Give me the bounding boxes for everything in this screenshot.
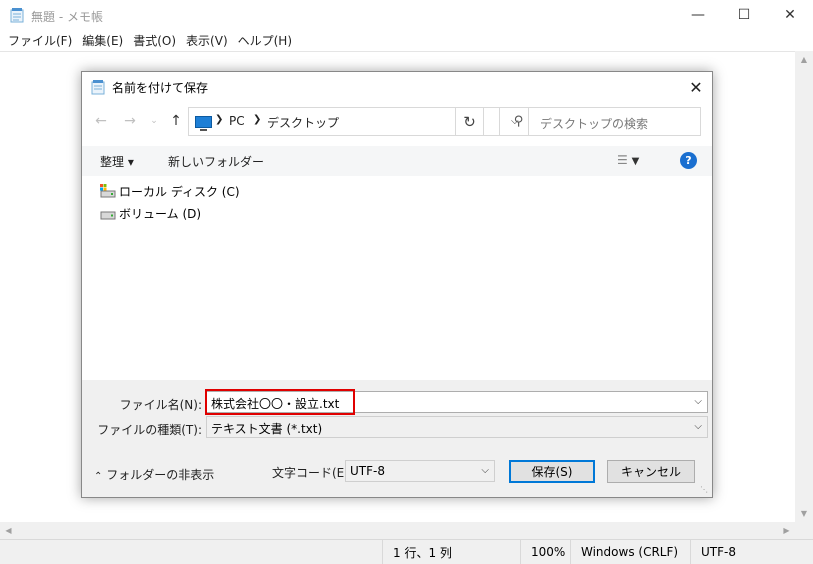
list-item[interactable]: ボリューム (D)	[100, 203, 201, 223]
breadcrumb-desktop[interactable]: デスクトップ	[267, 114, 339, 131]
filetype-value: テキスト文書 (*.txt)	[211, 422, 323, 436]
organize-button[interactable]: 整理 ▾	[100, 153, 134, 170]
menu-format[interactable]: 書式(O)	[129, 32, 180, 49]
menu-view[interactable]: 表示(V)	[182, 32, 232, 49]
hide-folders-button[interactable]: ⌃ フォルダーの非表示	[94, 466, 214, 483]
recent-locations-button[interactable]: ⌄	[144, 112, 164, 130]
chevron-down-icon: ⌵	[481, 465, 489, 476]
save-as-dialog: 名前を付けて保存 ✕ ← → ⌄ ↑ ❯ PC ❯ デスクトップ ⌵ ↻ ⚲ デ…	[81, 71, 713, 498]
status-zoom: 100%	[520, 540, 570, 564]
chevron-down-icon: ⌄	[150, 116, 158, 126]
close-icon: ✕	[784, 7, 796, 23]
filetype-label: ファイルの種類(T):	[97, 423, 202, 437]
list-item[interactable]: ローカル ディスク (C)	[100, 181, 240, 201]
filetype-select[interactable]: テキスト文書 (*.txt) ⌵	[206, 416, 708, 438]
notepad-icon	[91, 80, 105, 95]
window-title: 無題 - メモ帳	[31, 10, 103, 24]
hide-folders-label: フォルダーの非表示	[106, 468, 215, 482]
new-folder-button[interactable]: 新しいフォルダー	[168, 153, 264, 170]
breadcrumb-pc[interactable]: PC	[229, 114, 245, 128]
search-placeholder: デスクトップの検索	[540, 117, 649, 131]
volume-icon	[100, 211, 116, 220]
menu-bar: ファイル(F) 編集(E) 書式(O) 表示(V) ヘルプ(H)	[0, 30, 813, 51]
notepad-titlebar: 無題 - メモ帳 — ☐ ✕	[0, 0, 813, 30]
status-bar: 1 行、1 列 100% Windows (CRLF) UTF-8	[0, 539, 813, 564]
refresh-icon: ↻	[463, 112, 476, 131]
save-options-panel: ファイル名(N): 株式会社〇〇・設立.txt ⌵ ファイルの種類(T): テキ…	[82, 380, 712, 497]
search-input[interactable]: ⚲ デスクトップの検索	[499, 107, 701, 136]
scroll-right-icon[interactable]: ▶	[778, 522, 795, 539]
menu-help[interactable]: ヘルプ(H)	[234, 32, 296, 49]
chevron-down-icon[interactable]: ⌵	[694, 396, 702, 407]
menu-file[interactable]: ファイル(F)	[4, 32, 76, 49]
chevron-down-icon: ▼	[631, 156, 640, 167]
close-button[interactable]: ✕	[767, 0, 813, 30]
chevron-up-icon: ⌃	[94, 471, 103, 482]
close-icon: ✕	[689, 77, 703, 97]
forward-button[interactable]: →	[120, 112, 140, 130]
minimize-button[interactable]: —	[675, 0, 721, 30]
file-list[interactable]: ローカル ディスク (C) ボリューム (D)	[82, 176, 712, 380]
help-icon[interactable]: ?	[680, 152, 697, 169]
encoding-value: UTF-8	[350, 464, 385, 478]
resize-grip-icon[interactable]: ⋱	[700, 485, 710, 495]
encoding-label: 文字コード(E):	[272, 466, 353, 480]
notepad-icon	[10, 8, 24, 23]
save-button[interactable]: 保存(S)	[509, 460, 595, 483]
chevron-down-icon: ⌵	[694, 421, 702, 432]
highlight-box	[205, 389, 355, 415]
pc-icon	[195, 116, 212, 131]
up-button[interactable]: ↑	[166, 112, 186, 130]
search-icon: ⚲	[514, 114, 524, 129]
arrow-up-icon: ↑	[170, 113, 182, 129]
cancel-button[interactable]: キャンセル	[607, 460, 695, 483]
local-disk-icon	[100, 184, 116, 198]
arrow-right-icon: →	[124, 113, 136, 129]
scroll-left-icon[interactable]: ◀	[0, 522, 17, 539]
maximize-button[interactable]: ☐	[721, 0, 767, 30]
minimize-icon: —	[691, 7, 705, 23]
breadcrumb-separator-icon: ❯	[253, 114, 262, 125]
status-encoding: UTF-8	[690, 540, 795, 564]
view-list-icon: ☰	[617, 153, 628, 167]
maximize-icon: ☐	[737, 7, 751, 23]
menu-edit[interactable]: 編集(E)	[78, 32, 127, 49]
horizontal-scrollbar[interactable]: ◀ ▶	[0, 522, 795, 539]
drive-label: ローカル ディスク (C)	[119, 184, 240, 199]
arrow-left-icon: ←	[95, 113, 107, 129]
command-bar: 整理 ▾ 新しいフォルダー ☰ ▼ ?	[82, 146, 712, 176]
refresh-button[interactable]: ↻	[455, 107, 484, 136]
scroll-down-icon[interactable]: ▼	[795, 505, 813, 522]
dialog-close-button[interactable]: ✕	[680, 72, 712, 102]
status-line-ending: Windows (CRLF)	[570, 540, 690, 564]
filename-label: ファイル名(N):	[119, 398, 202, 412]
breadcrumb-separator-icon: ❯	[215, 114, 224, 125]
drive-label: ボリューム (D)	[119, 206, 202, 221]
status-position: 1 行、1 列	[382, 540, 520, 564]
view-options-button[interactable]: ☰ ▼	[617, 153, 639, 167]
encoding-select[interactable]: UTF-8 ⌵	[345, 460, 495, 482]
dialog-title: 名前を付けて保存	[112, 81, 209, 95]
scroll-up-icon[interactable]: ▲	[795, 51, 813, 68]
scroll-corner	[795, 522, 813, 539]
back-button[interactable]: ←	[91, 112, 111, 130]
vertical-scrollbar[interactable]: ▲ ▼	[795, 51, 813, 522]
